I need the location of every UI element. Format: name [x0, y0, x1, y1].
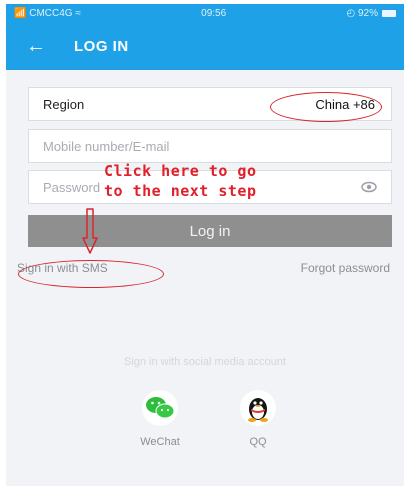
page-title: LOG IN: [74, 37, 129, 55]
region-highlight-ellipse: [270, 92, 382, 122]
phone-screen: 📶 CMCC4G ≈ 09:56 ◴ 92% ← LOG IN Region C…: [6, 4, 404, 486]
sms-highlight-ellipse: [18, 260, 164, 288]
show-password-eye-icon[interactable]: [361, 181, 377, 193]
status-bar: 📶 CMCC4G ≈ 09:56 ◴ 92%: [6, 4, 404, 22]
wechat-circle[interactable]: [142, 390, 178, 426]
down-arrow-icon: [82, 208, 98, 254]
mobile-email-input[interactable]: [43, 138, 313, 154]
wechat-login[interactable]: WeChat: [130, 390, 190, 448]
region-label: Region: [43, 96, 85, 112]
social-login-title: Sign in with social media account: [123, 356, 287, 368]
annotation-line-1: Click here to go: [104, 162, 257, 180]
battery-icon: [382, 9, 396, 17]
qq-icon: [248, 398, 268, 422]
wechat-icon: [146, 397, 175, 419]
mobile-field-container: [28, 129, 392, 163]
qq-label: QQ: [249, 436, 267, 448]
battery-group: ◴ 92%: [346, 8, 396, 19]
battery-text: ◴ 92%: [346, 7, 378, 19]
forgot-password-link[interactable]: Forgot password: [301, 261, 390, 275]
back-arrow-icon[interactable]: ←: [26, 36, 60, 56]
qq-circle[interactable]: [240, 390, 276, 426]
wechat-label: WeChat: [140, 436, 180, 448]
app-bar: ← LOG IN: [6, 22, 404, 70]
qq-login[interactable]: QQ: [228, 390, 288, 448]
time-text: 09:56: [201, 7, 227, 19]
annotation-line-2: to the next step: [104, 182, 257, 200]
carrier-text: 📶 CMCC4G ≈: [14, 7, 81, 19]
